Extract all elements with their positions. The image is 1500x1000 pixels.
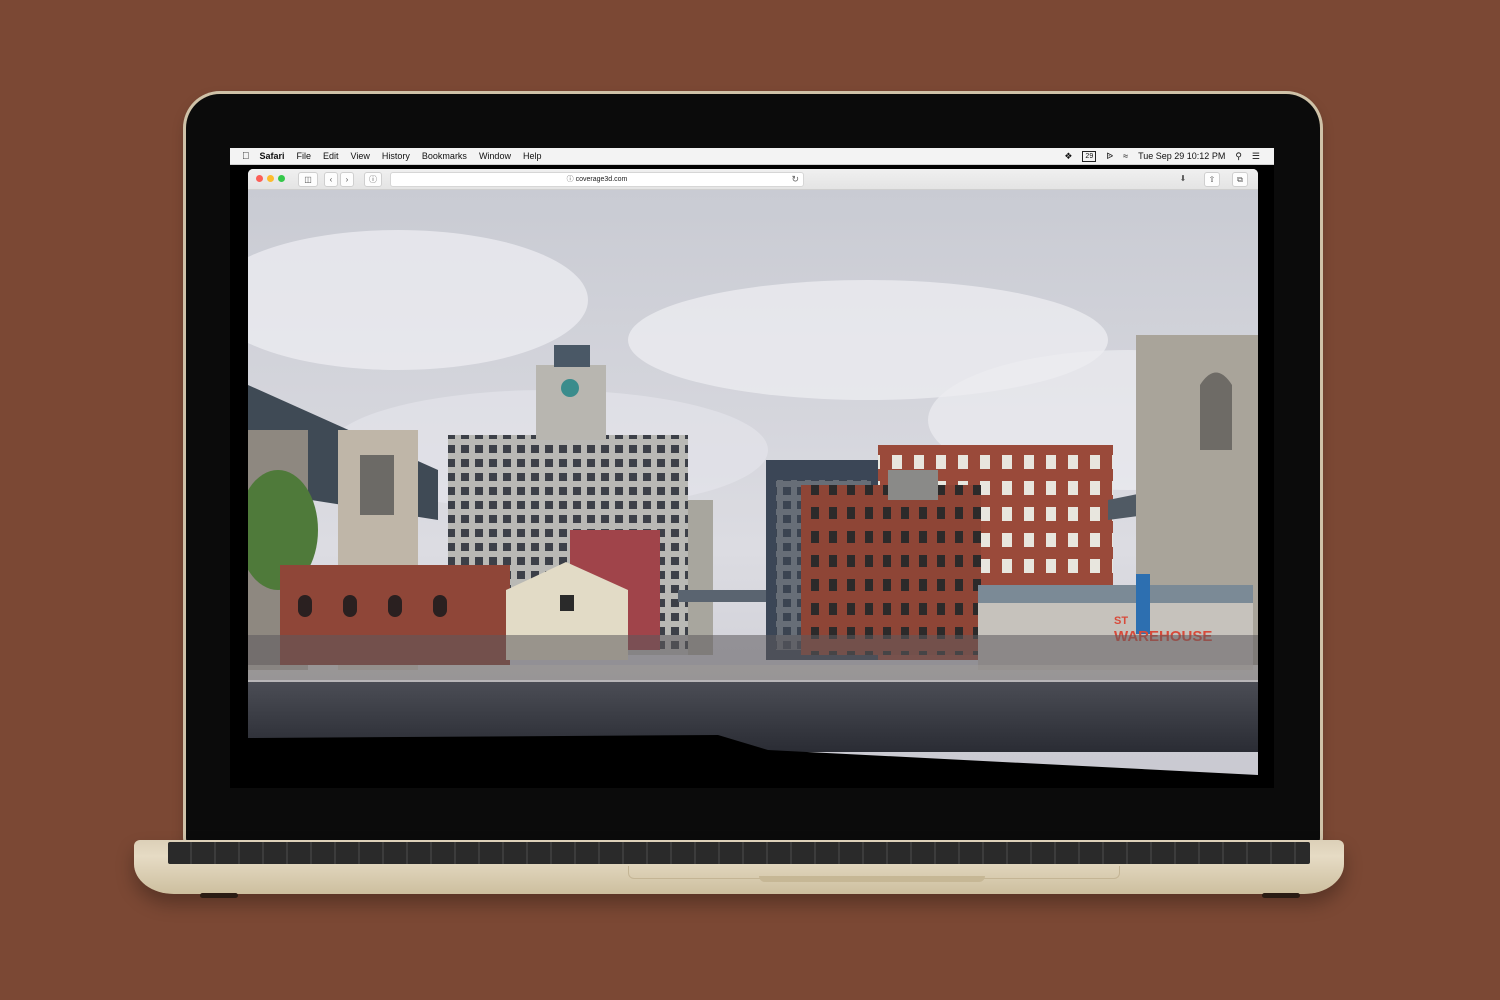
- close-button[interactable]: [256, 175, 263, 182]
- downloads-icon[interactable]: ⬇: [1176, 172, 1190, 185]
- browser-toolbar: ◫ ‹ › ⓘ ⓘ coverage3d.com ↻ ⬇ ⇧ ⧉: [248, 169, 1258, 190]
- screen:  Safari File Edit View History Bookmark…: [230, 148, 1274, 788]
- site-info-icon: ⓘ: [566, 176, 574, 183]
- roof-structure: [888, 470, 938, 500]
- address-bar[interactable]: ⓘ coverage3d.com ↻: [390, 172, 804, 187]
- scene-canvas[interactable]: ST WAREHOUSE: [248, 190, 1258, 788]
- reader-info-icon[interactable]: ⓘ: [364, 172, 382, 187]
- bluetooth-icon[interactable]: ᐉ: [1106, 151, 1113, 162]
- arch-window: [433, 595, 447, 617]
- apple-logo-icon[interactable]: : [242, 151, 250, 162]
- forward-arrow-icon[interactable]: ›: [340, 172, 354, 187]
- sign-st: ST: [1114, 615, 1128, 627]
- safari-window: ◫ ‹ › ⓘ ⓘ coverage3d.com ↻ ⬇ ⇧ ⧉ ST: [248, 169, 1258, 788]
- arch-window: [343, 595, 357, 617]
- wifi-icon[interactable]: ≈: [1123, 151, 1128, 161]
- menu-window[interactable]: Window: [479, 151, 511, 161]
- tower-top: [554, 345, 590, 367]
- sidebar-toggle-icon[interactable]: ◫: [298, 172, 318, 187]
- notification-center-icon[interactable]: ☰: [1252, 151, 1260, 162]
- dropbox-icon[interactable]: ❖: [1064, 151, 1072, 162]
- menu-bookmarks[interactable]: Bookmarks: [422, 151, 467, 161]
- clock-tower: [536, 365, 606, 440]
- brick-building-center: [801, 485, 981, 655]
- laptop-base: [134, 840, 1344, 894]
- status-area: ❖ 29 ᐉ ≈ Tue Sep 29 10:12 PM ⚲ ☰: [1064, 150, 1274, 162]
- menu-edit[interactable]: Edit: [323, 151, 339, 161]
- warehouse-window: [560, 595, 574, 611]
- spotlight-search-icon[interactable]: ⚲: [1235, 151, 1242, 162]
- side-building: [688, 500, 713, 655]
- share-icon[interactable]: ⇧: [1204, 172, 1220, 187]
- url-text: coverage3d.com: [575, 176, 628, 183]
- tower-arch: [360, 455, 394, 515]
- minimize-button[interactable]: [267, 175, 274, 182]
- arch-window: [298, 595, 312, 617]
- laptop-foot-right: [1262, 893, 1300, 898]
- tabs-overview-icon[interactable]: ⧉: [1232, 172, 1248, 187]
- mac-menubar:  Safari File Edit View History Bookmark…: [230, 148, 1274, 165]
- clock[interactable]: Tue Sep 29 10:12 PM: [1138, 151, 1225, 161]
- laptop-foot-left: [200, 893, 238, 898]
- warehouse-roofline: [978, 585, 1253, 603]
- lid-notch: [759, 876, 985, 882]
- overpass: [678, 590, 778, 602]
- menu-view[interactable]: View: [351, 151, 370, 161]
- reload-icon[interactable]: ↻: [791, 173, 799, 186]
- blue-banner: [1136, 574, 1150, 634]
- zoom-button[interactable]: [278, 175, 285, 182]
- menu-history[interactable]: History: [382, 151, 410, 161]
- clock-face: [561, 379, 579, 397]
- menu-app-safari[interactable]: Safari: [260, 151, 285, 161]
- calendar-badge[interactable]: 29: [1082, 150, 1097, 162]
- menu-help[interactable]: Help: [523, 151, 542, 161]
- gothic-arch: [1200, 372, 1232, 450]
- web-3d-street-view[interactable]: ST WAREHOUSE: [248, 190, 1258, 788]
- back-arrow-icon[interactable]: ‹: [324, 172, 338, 187]
- sidewalk: [248, 665, 1258, 683]
- arch-window: [388, 595, 402, 617]
- menu-file[interactable]: File: [297, 151, 312, 161]
- keyboard: [168, 842, 1310, 864]
